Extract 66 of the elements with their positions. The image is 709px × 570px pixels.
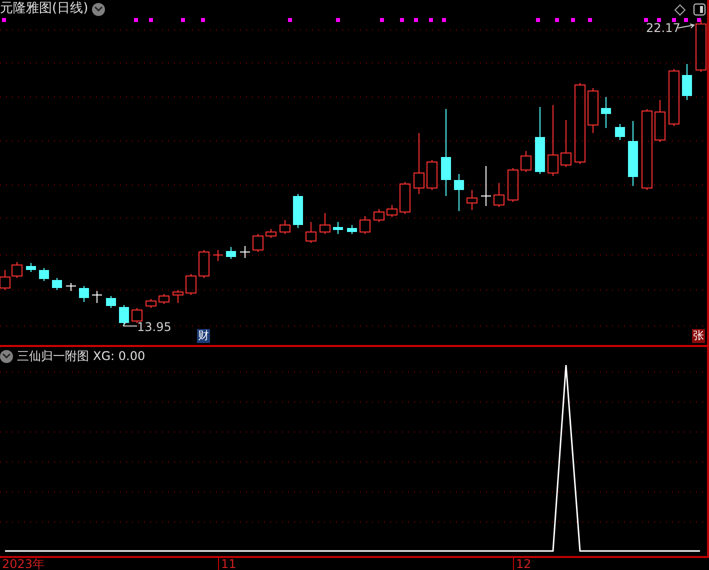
candlestick	[466, 190, 478, 210]
candlestick	[198, 250, 210, 278]
candlestick	[52, 278, 62, 290]
candlestick	[79, 286, 89, 302]
diamond-icon[interactable]	[674, 4, 686, 16]
candlestick	[535, 106, 545, 174]
candlestick	[414, 132, 424, 194]
candlestick	[347, 224, 357, 234]
candlestick	[360, 216, 370, 234]
candlestick	[494, 182, 504, 208]
candlestick	[426, 160, 438, 190]
arrow-icon	[678, 23, 696, 31]
arrow-icon	[122, 320, 138, 328]
candlestick	[508, 168, 518, 202]
candlestick	[252, 234, 264, 252]
chevron-down-icon[interactable]	[0, 350, 13, 362]
axis-label: 2023年	[1, 558, 46, 570]
event-marker[interactable]: 张	[692, 329, 705, 343]
candlestick	[454, 174, 464, 212]
candlestick	[601, 96, 611, 128]
candlestick	[400, 182, 410, 214]
indicator-title: 三仙归一附图	[17, 348, 89, 364]
candlestick	[696, 20, 706, 72]
candlestick	[146, 298, 156, 308]
indicator-reading: XG: 0.00	[93, 348, 146, 364]
candlestick	[520, 150, 532, 172]
candlestick	[172, 290, 184, 304]
candlestick	[158, 294, 170, 304]
candlestick	[320, 212, 330, 234]
candlestick	[106, 296, 116, 308]
candlestick	[615, 124, 625, 140]
candlestick	[588, 88, 598, 134]
candlestick	[548, 104, 558, 176]
candlestick	[26, 262, 36, 272]
axis-label: 12	[513, 558, 709, 570]
candlestick	[119, 304, 129, 326]
candlestick	[212, 250, 224, 262]
candlestick	[374, 208, 384, 222]
candlestick	[386, 204, 398, 218]
candlestick	[280, 220, 290, 234]
candlestick	[668, 68, 680, 126]
candlestick	[628, 120, 638, 186]
candlestick	[39, 268, 49, 282]
candlestick	[12, 262, 22, 278]
candlestick	[92, 290, 102, 304]
candlestick	[293, 194, 303, 228]
candlestick	[0, 270, 10, 290]
candlestick	[186, 274, 196, 296]
axis-label: 11	[218, 558, 513, 570]
candlestick	[240, 246, 250, 258]
event-marker[interactable]: 财	[197, 329, 210, 343]
chevron-down-icon[interactable]	[92, 2, 106, 16]
panel-toggle-icon[interactable]	[693, 3, 706, 16]
candlestick	[266, 228, 276, 238]
candlestick	[560, 120, 572, 168]
candlestick	[682, 64, 692, 100]
candlestick	[480, 166, 492, 206]
candlestick	[654, 100, 666, 142]
candlestick	[226, 246, 236, 260]
candlestick	[306, 222, 316, 244]
candlestick	[132, 308, 142, 324]
chart-title: 元隆雅图(日线)	[0, 0, 88, 18]
candlestick	[66, 282, 76, 292]
candlestick	[333, 222, 343, 234]
low-price-label: 13.95	[137, 320, 172, 334]
high-price-label: 22.17	[646, 21, 680, 35]
